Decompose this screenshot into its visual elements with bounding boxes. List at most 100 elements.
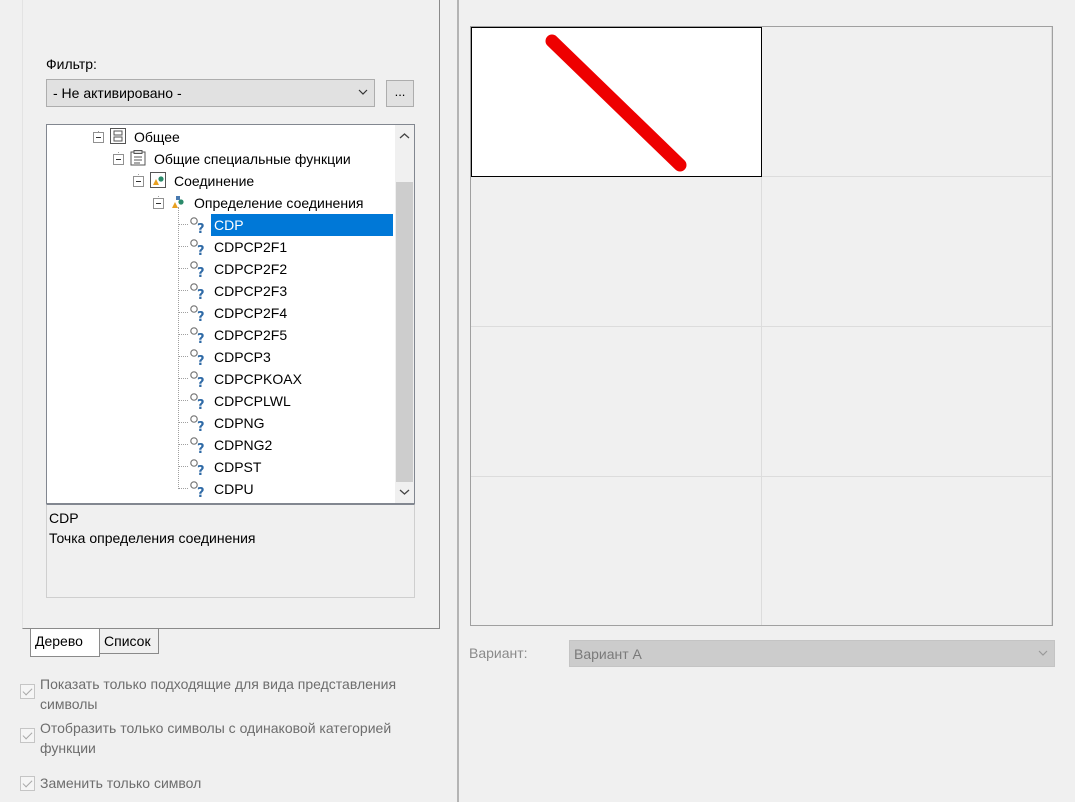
checkbox-icon[interactable] xyxy=(20,684,35,699)
tree-node-label: CDP xyxy=(211,214,393,236)
tree-node-label: CDPCPKOAX xyxy=(214,371,302,387)
tree-connector xyxy=(178,334,188,335)
preview-cell[interactable] xyxy=(471,177,762,327)
unknown-symbol-icon: ? xyxy=(190,217,205,234)
svg-text:?: ? xyxy=(197,464,205,476)
unknown-symbol-icon: ? xyxy=(190,393,205,410)
tree-connector xyxy=(178,356,188,357)
svg-text:?: ? xyxy=(197,486,205,498)
tree-connector xyxy=(178,207,179,489)
svg-text:?: ? xyxy=(197,398,205,410)
symbol-description: CDP Точка определения соединения xyxy=(46,504,415,598)
unknown-symbol-icon: ? xyxy=(190,327,205,344)
preview-cell[interactable] xyxy=(471,327,762,477)
scroll-up-icon[interactable] xyxy=(399,131,410,142)
symbol-preview-graphic xyxy=(545,34,687,172)
unknown-symbol-icon: ? xyxy=(190,459,205,476)
tree-node-label: CDPNG xyxy=(214,415,265,431)
svg-text:?: ? xyxy=(197,354,205,366)
tree-node-label: CDPCP2F5 xyxy=(214,327,288,343)
tree-scrollbar[interactable] xyxy=(395,125,414,503)
tree-connector xyxy=(178,466,188,467)
scrollbar-thumb[interactable] xyxy=(396,182,413,482)
collapse-toggle-icon[interactable] xyxy=(113,154,124,165)
variant-selected-value: Вариант A xyxy=(574,646,642,662)
collapse-toggle-icon[interactable] xyxy=(153,198,164,209)
tree-node-label: CDPCP2F2 xyxy=(214,261,288,277)
option-label: Отобразить только символы с одинаковой к… xyxy=(40,720,392,756)
tree-node-label: CDPU xyxy=(214,481,254,497)
checkbox-icon[interactable] xyxy=(20,776,35,791)
filter-browse-button[interactable]: ... xyxy=(386,80,414,107)
tree-symbol-item[interactable]: CDP xyxy=(211,214,393,236)
preview-cell[interactable] xyxy=(762,27,1052,177)
preview-cell[interactable] xyxy=(762,327,1052,477)
symbol-tree[interactable]: Общее Общие специальные функции Соединен… xyxy=(46,124,415,504)
special-functions-icon xyxy=(130,150,146,166)
tree-connector xyxy=(178,246,188,247)
connection-icon xyxy=(150,172,166,188)
symbol-preview-stroke xyxy=(545,34,687,172)
checkbox-icon[interactable] xyxy=(20,728,35,743)
symbol-description-name: CDP xyxy=(49,510,79,526)
tree-node-label: CDPCP3 xyxy=(214,349,271,365)
svg-text:?: ? xyxy=(197,332,205,344)
preview-cell[interactable] xyxy=(471,477,762,625)
tree-node-label: CDPCP2F1 xyxy=(214,239,288,255)
scroll-down-icon[interactable] xyxy=(399,486,410,497)
tree-node-label: CDPCP2F4 xyxy=(214,305,288,321)
variant-dropdown[interactable]: Вариант A xyxy=(569,640,1055,667)
group-icon xyxy=(110,128,126,144)
option-label: Заменить только символ xyxy=(40,775,202,791)
tab-tree[interactable]: Дерево xyxy=(30,629,100,657)
tree-connector xyxy=(178,378,188,379)
preview-cell[interactable] xyxy=(762,477,1052,625)
tree-connector xyxy=(178,488,188,489)
tree-connector xyxy=(178,290,188,291)
tree-node-label: Общее xyxy=(134,129,180,145)
symbol-preview-grid xyxy=(470,26,1053,626)
collapse-toggle-icon[interactable] xyxy=(133,176,144,187)
collapse-toggle-icon[interactable] xyxy=(93,132,104,143)
tree-node-label: Соединение xyxy=(174,173,255,189)
tree-node-label: CDPCP2F3 xyxy=(214,283,288,299)
tree-node-label: CDPST xyxy=(214,459,262,475)
tree-connector xyxy=(178,422,188,423)
tab-list[interactable]: Список xyxy=(99,628,159,654)
unknown-symbol-icon: ? xyxy=(190,437,205,454)
filter-label: Фильтр: xyxy=(46,56,97,72)
unknown-symbol-icon: ? xyxy=(190,305,205,322)
unknown-symbol-icon: ? xyxy=(190,415,205,432)
svg-text:?: ? xyxy=(197,376,205,388)
svg-text:?: ? xyxy=(197,222,205,234)
tree-connector xyxy=(178,444,188,445)
unknown-symbol-icon: ? xyxy=(190,371,205,388)
symbol-description-text: Точка определения соединения xyxy=(49,530,256,546)
tree-connector xyxy=(178,400,188,401)
tree-connector xyxy=(178,268,188,269)
preview-pane: Вариант: Вариант A xyxy=(459,0,1075,802)
preview-cell-selected[interactable] xyxy=(471,27,762,177)
filter-selected-value: - Не активировано - xyxy=(53,85,182,101)
svg-text:?: ? xyxy=(197,442,205,454)
svg-text:?: ? xyxy=(197,244,205,256)
svg-text:?: ? xyxy=(197,266,205,278)
filter-dropdown[interactable]: - Не активировано - xyxy=(46,79,375,107)
svg-text:?: ? xyxy=(197,420,205,432)
chevron-down-icon xyxy=(1038,650,1048,656)
tree-node-label: CDPNG2 xyxy=(214,437,273,453)
tree-connector xyxy=(178,312,188,313)
svg-text:?: ? xyxy=(197,310,205,322)
option-label: Показать только подходящие для вида пред… xyxy=(40,676,397,712)
svg-text:?: ? xyxy=(197,288,205,300)
tree-node-label: Общие специальные функции xyxy=(154,151,351,167)
unknown-symbol-icon: ? xyxy=(190,349,205,366)
unknown-symbol-icon: ? xyxy=(190,261,205,278)
symbol-selection-pane: Фильтр: - Не активировано - ... Общее Об… xyxy=(0,0,457,802)
unknown-symbol-icon: ? xyxy=(190,481,205,498)
chevron-down-icon xyxy=(358,89,368,95)
preview-cell[interactable] xyxy=(762,177,1052,327)
tree-node-label: Определение соединения xyxy=(194,195,364,211)
tree-connector xyxy=(178,224,188,225)
variant-label: Вариант: xyxy=(469,645,528,661)
